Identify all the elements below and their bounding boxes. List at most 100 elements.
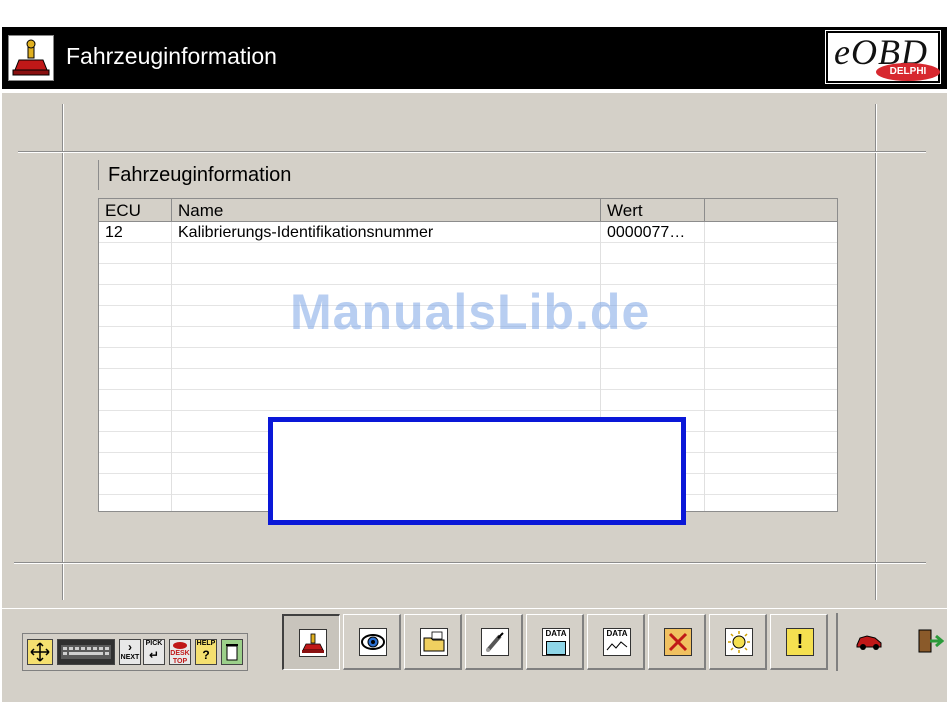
table-cell <box>705 453 837 474</box>
table-cell <box>705 264 837 285</box>
table-cell <box>601 390 705 411</box>
group-divider <box>98 160 99 190</box>
lamp-icon <box>725 628 753 656</box>
table-cell: 0000077… <box>601 222 705 243</box>
table-cell <box>601 243 705 264</box>
table-cell <box>705 285 837 306</box>
table-cell <box>172 348 601 369</box>
table-cell <box>705 390 837 411</box>
table-cell <box>172 369 601 390</box>
frame-line-left <box>62 104 64 600</box>
folder-icon <box>420 628 448 656</box>
data-graph-button[interactable]: DATA <box>587 614 645 670</box>
bottom-toolbar: › NEXT PICK ↵ DESK TOP HELP? DATA DATA ! <box>2 608 947 676</box>
table-cell <box>99 411 172 432</box>
data-live-icon: DATA <box>542 628 570 656</box>
trash-icon[interactable] <box>221 639 243 665</box>
table-cell <box>705 348 837 369</box>
frame-line-top <box>18 151 926 153</box>
table-cell <box>99 348 172 369</box>
table-header: ECU Name Wert <box>99 199 837 222</box>
next-label: NEXT <box>120 654 140 661</box>
warning-button[interactable]: ! <box>770 614 828 670</box>
table-cell <box>601 348 705 369</box>
group-title: Fahrzeuginformation <box>108 164 292 186</box>
table-row[interactable] <box>99 369 837 390</box>
column-header-ecu[interactable]: ECU <box>99 199 172 221</box>
keyboard-icon[interactable] <box>57 639 115 665</box>
files-button[interactable] <box>404 614 462 670</box>
data-label: DATA <box>545 629 567 638</box>
table-cell <box>99 369 172 390</box>
vehicle-select-button[interactable] <box>840 614 898 670</box>
view-button[interactable] <box>343 614 401 670</box>
vehicle-info-icon <box>8 35 54 81</box>
desktop-button[interactable]: DESK TOP <box>169 639 191 665</box>
column-header-wert[interactable]: Wert <box>601 199 705 221</box>
eobd-logo: eOBD DELPHI <box>825 30 941 84</box>
exit-button[interactable] <box>901 614 950 670</box>
watermark: ManualsLib.de <box>290 284 651 340</box>
desktop-label: DESK TOP <box>170 650 190 665</box>
table-cell <box>705 411 837 432</box>
utility-panel: › NEXT PICK ↵ DESK TOP HELP? <box>22 633 248 671</box>
frame-line-right <box>875 104 877 600</box>
table-cell <box>99 390 172 411</box>
table-cell <box>172 243 601 264</box>
table-cell <box>99 453 172 474</box>
table-cell <box>172 264 601 285</box>
table-row[interactable] <box>99 243 837 264</box>
highlight-box <box>268 417 686 525</box>
table-cell <box>99 327 172 348</box>
column-header-name[interactable]: Name <box>172 199 601 221</box>
table-cell <box>705 327 837 348</box>
table-row[interactable] <box>99 264 837 285</box>
table-cell <box>705 432 837 453</box>
data-graph-icon: DATA <box>603 628 631 656</box>
next-button[interactable]: › NEXT <box>119 639 141 665</box>
table-cell <box>99 243 172 264</box>
table-cell <box>99 474 172 495</box>
clear-codes-button[interactable] <box>648 614 706 670</box>
eye-icon <box>359 628 387 656</box>
table-cell <box>705 495 837 511</box>
table-cell <box>705 222 837 243</box>
table-cell: 12 <box>99 222 172 243</box>
help-label: HELP <box>196 640 216 647</box>
spark-plug-icon <box>481 628 509 656</box>
exit-icon <box>916 627 944 655</box>
move-arrows-icon[interactable] <box>27 639 53 665</box>
vehicle-info-icon <box>299 629 327 657</box>
table-cell <box>705 243 837 264</box>
table-cell <box>99 285 172 306</box>
pick-button[interactable]: PICK ↵ <box>143 639 165 665</box>
vehicle-info-button[interactable] <box>282 614 340 670</box>
window-title: Fahrzeuginformation <box>66 43 277 69</box>
table-row[interactable] <box>99 390 837 411</box>
table-cell <box>705 306 837 327</box>
table-cell <box>705 474 837 495</box>
mil-lamp-button[interactable] <box>709 614 767 670</box>
column-header-extra[interactable] <box>705 199 837 221</box>
table-cell <box>99 306 172 327</box>
toolbar-separator <box>836 613 838 671</box>
frame-line-bottom <box>14 562 926 564</box>
table-cell: Kalibrierungs-Identifikationsnummer <box>172 222 601 243</box>
live-data-button[interactable]: DATA <box>526 614 584 670</box>
table-cell <box>172 390 601 411</box>
table-row[interactable]: 12 Kalibrierungs-Identifikationsnummer 000… <box>99 222 837 243</box>
table-cell <box>99 495 172 511</box>
warning-icon: ! <box>786 628 814 656</box>
table-cell <box>601 264 705 285</box>
table-row[interactable] <box>99 348 837 369</box>
help-button[interactable]: HELP? <box>195 639 217 665</box>
table-cell <box>705 369 837 390</box>
sensor-button[interactable] <box>465 614 523 670</box>
clear-codes-icon <box>664 628 692 656</box>
table-cell <box>99 432 172 453</box>
delphi-badge: DELPHI <box>876 63 940 81</box>
pick-label: PICK <box>145 640 163 647</box>
title-separator <box>2 89 947 93</box>
data-graph-label: DATA <box>606 629 628 638</box>
car-icon <box>855 627 883 655</box>
